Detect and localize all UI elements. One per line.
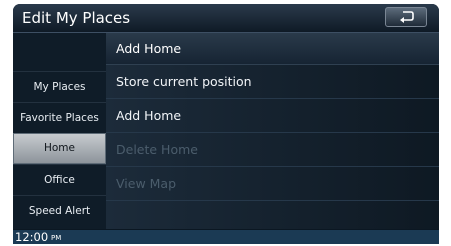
page-title: Edit My Places: [22, 9, 131, 27]
clock-ampm: PM: [51, 234, 62, 242]
sidebar-item-my-places[interactable]: My Places: [13, 71, 106, 102]
back-button[interactable]: [385, 7, 427, 27]
sidebar: My Places Favorite Places Home Office Sp…: [13, 33, 106, 229]
main-panel: Add Home Store current position Add Home…: [106, 33, 439, 229]
return-arrow-icon: [400, 11, 414, 23]
store-current-position-option[interactable]: Store current position: [106, 65, 439, 99]
edit-my-places-screen: Edit My Places My Places Favorite Places…: [13, 4, 439, 244]
delete-home-option: Delete Home: [106, 133, 439, 167]
sidebar-item-favorite-places[interactable]: Favorite Places: [13, 102, 106, 133]
view-map-option: View Map: [106, 167, 439, 201]
add-home-option[interactable]: Add Home: [106, 99, 439, 133]
clock-time: 12:00: [15, 230, 49, 244]
sidebar-item-office[interactable]: Office: [13, 164, 106, 195]
status-bar: 12:00 PM: [13, 230, 439, 244]
title-bar: Edit My Places: [13, 4, 439, 33]
sidebar-item-home[interactable]: Home: [13, 133, 106, 164]
section-header: Add Home: [106, 33, 439, 65]
sidebar-item-speed-alert[interactable]: Speed Alert: [13, 195, 106, 226]
